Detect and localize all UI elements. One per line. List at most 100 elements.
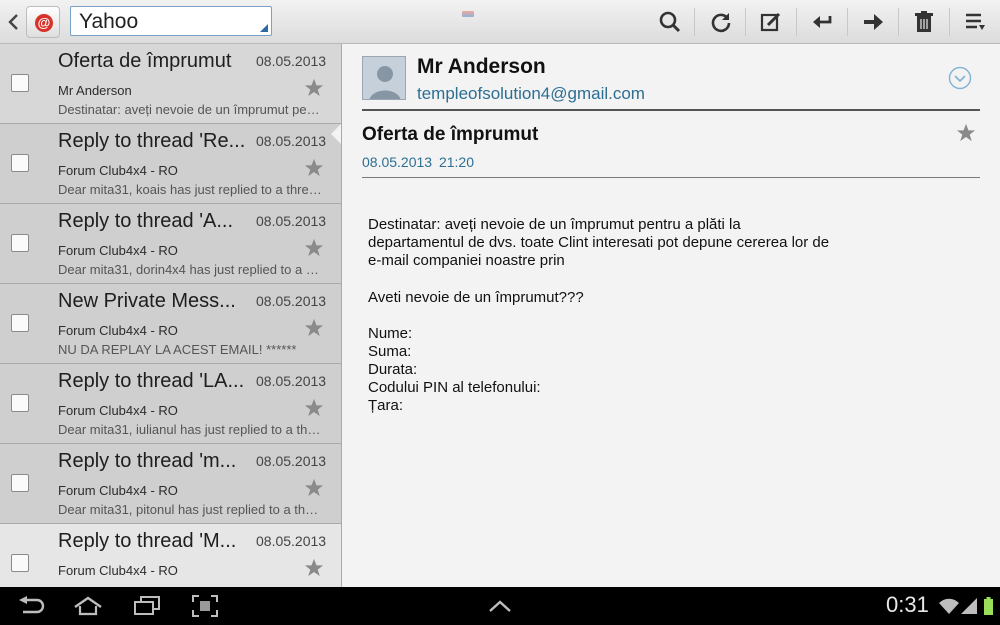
expand-details-icon[interactable] xyxy=(948,66,972,95)
list-item-sender: Forum Club4x4 - RO xyxy=(58,403,178,418)
search-button[interactable] xyxy=(645,0,695,44)
battery-icon xyxy=(982,593,994,619)
notification-indicator-icon xyxy=(462,11,474,17)
list-item-date: 08.05.2013 xyxy=(256,293,327,309)
message-date: 08.05.2013 xyxy=(362,154,433,170)
select-checkbox[interactable] xyxy=(11,234,29,252)
search-icon xyxy=(659,11,681,33)
email-app-icon[interactable]: @ xyxy=(26,6,60,38)
star-icon[interactable] xyxy=(304,478,324,502)
select-checkbox[interactable] xyxy=(11,554,29,572)
list-item-preview: Dear mita31, iulianul has just replied t… xyxy=(58,422,322,437)
star-icon[interactable] xyxy=(304,158,324,182)
list-item-sender: Forum Club4x4 - RO xyxy=(58,243,178,258)
body-line: e-mail companiei noastre prin xyxy=(368,252,565,269)
sender-email[interactable]: templeofsolution4@gmail.com xyxy=(417,84,645,104)
list-item-sender: Forum Club4x4 - RO xyxy=(58,483,178,498)
message-body-question: Aveti nevoie de un împrumut??? xyxy=(368,289,584,306)
list-item-sender: Forum Club4x4 - RO xyxy=(58,163,178,178)
account-selector[interactable]: Yahoo xyxy=(70,6,272,36)
list-item-date: 08.05.2013 xyxy=(256,133,327,149)
list-item-sender: Forum Club4x4 - RO xyxy=(58,323,178,338)
list-item[interactable]: New Private Mess... 08.05.2013 Forum Clu… xyxy=(0,284,341,364)
list-item-subject: Oferta de împrumut xyxy=(58,50,232,72)
list-item-preview: Dear mita31, dorin4x4 has just replied t… xyxy=(58,262,322,277)
star-icon[interactable] xyxy=(304,318,324,342)
list-item-subject: Reply to thread 'M... xyxy=(58,530,237,552)
select-checkbox[interactable] xyxy=(11,154,29,172)
list-item-date: 08.05.2013 xyxy=(256,533,327,549)
reply-icon xyxy=(813,16,832,28)
star-icon[interactable] xyxy=(956,123,976,147)
message-body-fields: Nume: Suma: Durata: Codului PIN al telef… xyxy=(368,325,928,415)
body-line: Destinatar: aveți nevoie de un împrumut … xyxy=(368,216,741,233)
body-field-line: Țara: xyxy=(368,397,404,414)
sender-name: Mr Anderson xyxy=(417,55,546,78)
list-item[interactable]: Reply to thread 'm... 08.05.2013 Forum C… xyxy=(0,444,341,524)
list-item[interactable]: Reply to thread 'LA... 08.05.2013 Forum … xyxy=(0,364,341,444)
body-line: departamentul de dvs. toate Clint intere… xyxy=(368,234,830,251)
subject-divider xyxy=(362,177,980,178)
message-body-paragraph: Destinatar: aveți nevoie de un împrumut … xyxy=(368,216,928,270)
body-field-line: Durata: xyxy=(368,361,418,378)
body-field-line: Nume: xyxy=(368,325,413,342)
forward-button[interactable] xyxy=(848,0,898,44)
list-item[interactable]: Reply to thread 'Re... 08.05.2013 Forum … xyxy=(0,124,341,204)
list-item-date: 08.05.2013 xyxy=(256,213,327,229)
compose-button[interactable] xyxy=(746,0,796,44)
list-item[interactable]: Oferta de împrumut 08.05.2013 Mr Anderso… xyxy=(0,44,341,124)
refresh-icon xyxy=(711,13,731,33)
star-icon[interactable] xyxy=(304,398,324,422)
signal-icon xyxy=(960,593,978,619)
list-item-subject: Reply to thread 'Re... xyxy=(58,130,246,152)
list-item-preview: NU DA REPLAY LA ACEST EMAIL! ****** xyxy=(58,342,297,357)
action-bar: @ Yahoo xyxy=(0,0,1000,44)
compose-icon xyxy=(760,12,781,32)
back-icon[interactable] xyxy=(4,12,24,32)
message-view: Mr Anderson templeofsolution4@gmail.com … xyxy=(343,44,1000,587)
list-item-date: 08.05.2013 xyxy=(256,373,327,389)
home-icon[interactable] xyxy=(70,593,106,619)
star-icon[interactable] xyxy=(304,78,324,102)
screenshot-icon[interactable] xyxy=(188,593,222,619)
list-item-date: 08.05.2013 xyxy=(256,53,327,69)
list-item-sender: Mr Anderson xyxy=(58,83,132,98)
dropdown-corner-icon xyxy=(260,24,268,32)
message-subject: Oferta de împrumut xyxy=(362,124,539,145)
list-item[interactable]: Reply to thread 'M... 08.05.2013 Forum C… xyxy=(0,524,341,587)
menu-icon xyxy=(966,13,985,30)
message-list: Oferta de împrumut 08.05.2013 Mr Anderso… xyxy=(0,44,342,587)
system-navigation-bar: 0:31 xyxy=(0,587,1000,625)
list-item-preview: Dear mita31, pitonul has just replied to… xyxy=(58,502,322,517)
list-item-subject: Reply to thread 'A... xyxy=(58,210,234,232)
select-checkbox[interactable] xyxy=(11,314,29,332)
delete-icon xyxy=(915,11,933,32)
menu-button[interactable] xyxy=(950,0,1000,44)
select-checkbox[interactable] xyxy=(11,474,29,492)
forward-icon xyxy=(864,14,883,30)
list-item-preview: Destinatar: aveți nevoie de un împrumut … xyxy=(58,102,322,117)
star-icon[interactable] xyxy=(304,558,324,582)
message-timestamp: 08.05.2013 21:20 xyxy=(362,154,474,170)
delete-button[interactable] xyxy=(899,0,949,44)
list-item-subject: Reply to thread 'LA... xyxy=(58,370,245,392)
body-field-line: Codului PIN al telefonului: xyxy=(368,379,541,396)
account-selector-label: Yahoo xyxy=(79,10,139,33)
star-icon[interactable] xyxy=(304,238,324,262)
list-item-subject: Reply to thread 'm... xyxy=(58,450,237,472)
header-divider xyxy=(362,109,980,111)
select-checkbox[interactable] xyxy=(11,394,29,412)
list-item-preview: Dear mita31, koais has just replied to a… xyxy=(58,182,322,197)
avatar[interactable] xyxy=(362,56,406,100)
select-checkbox[interactable] xyxy=(11,74,29,92)
refresh-button[interactable] xyxy=(696,0,746,44)
recent-apps-icon[interactable] xyxy=(129,593,165,619)
list-item-date: 08.05.2013 xyxy=(256,453,327,469)
list-item-sender: Forum Club4x4 - RO xyxy=(58,563,178,578)
up-chevron-icon[interactable] xyxy=(484,593,516,619)
clock: 0:31 xyxy=(886,592,929,617)
back-nav-icon[interactable] xyxy=(14,593,48,619)
selection-pointer xyxy=(331,122,341,146)
reply-button[interactable] xyxy=(797,0,847,44)
list-item[interactable]: Reply to thread 'A... 08.05.2013 Forum C… xyxy=(0,204,341,284)
